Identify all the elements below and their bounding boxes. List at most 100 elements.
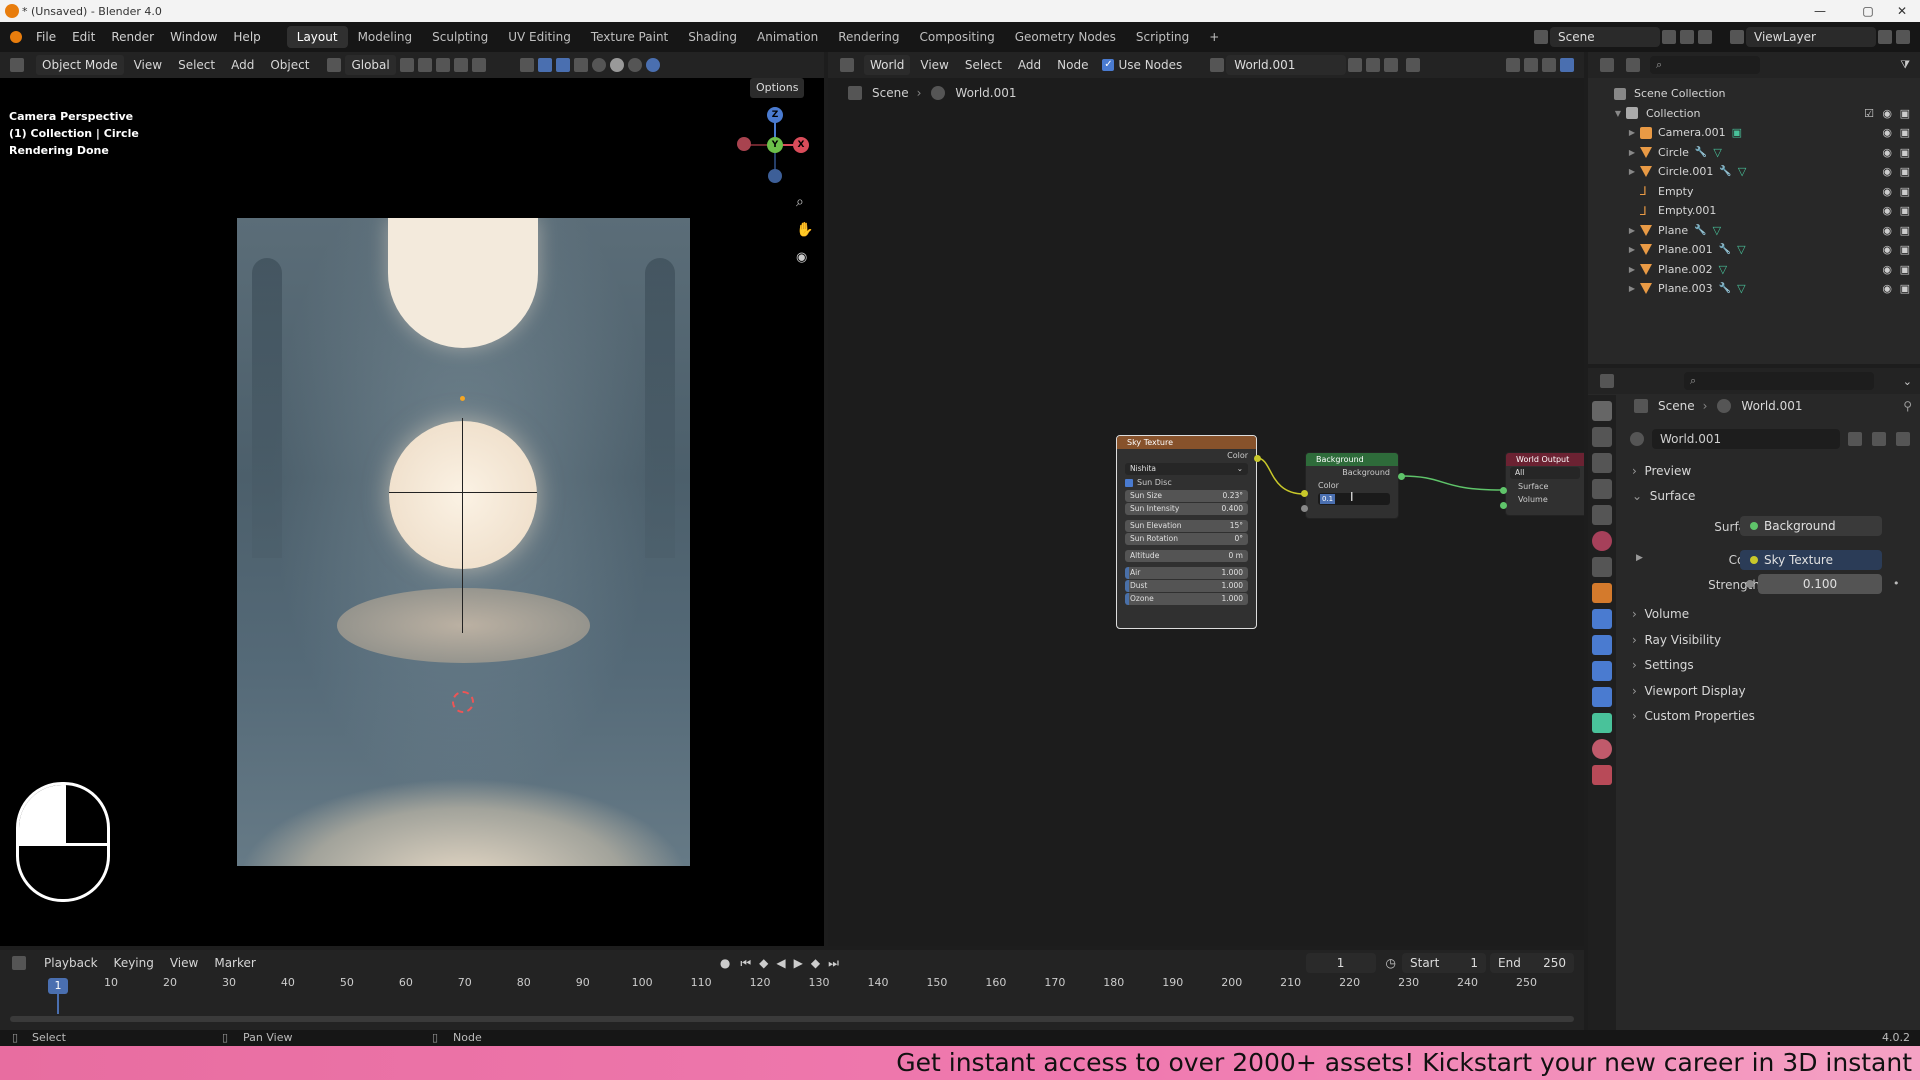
axis-y-icon[interactable]: Y [767, 137, 783, 153]
viewport-menu-object[interactable]: Object [262, 58, 317, 72]
viewport-menu-view[interactable]: View [126, 58, 170, 72]
keyframe-dot-icon[interactable]: • [1893, 577, 1900, 590]
rendered-shading-icon[interactable] [645, 58, 660, 72]
delete-scene-icon[interactable] [1698, 30, 1712, 44]
mesh-data-icon[interactable]: ▽ [1738, 162, 1746, 182]
panel-preview[interactable]: › Preview [1632, 459, 1912, 483]
eye-icon[interactable]: ◉ [1882, 201, 1892, 221]
constraints-tab-icon[interactable] [1592, 687, 1612, 707]
tab-scripting[interactable]: Scripting [1126, 26, 1199, 48]
surface-shader-field[interactable]: Background [1740, 516, 1882, 536]
outliner-item[interactable]: ▶ Plane 🔧 ▽ ◉ ▣ [1588, 221, 1920, 241]
menu-window[interactable]: Window [162, 22, 225, 52]
node-menu-add[interactable]: Add [1010, 58, 1049, 72]
collection-tab-icon[interactable] [1592, 557, 1612, 577]
modifier-icon[interactable]: 🔧 [1695, 143, 1707, 163]
sun-intensity-field[interactable]: Sun Intensity 0.400 [1125, 503, 1248, 515]
unlink-world-icon[interactable] [1896, 432, 1910, 446]
tab-sculpting[interactable]: Sculpting [422, 26, 498, 48]
material-tab-icon[interactable] [1592, 739, 1612, 759]
render-camera-icon[interactable]: ▣ [1900, 123, 1910, 143]
eye-icon[interactable]: ◉ [1882, 162, 1892, 182]
scene-field[interactable]: Scene [1550, 27, 1660, 47]
axis-neg-z-icon[interactable] [768, 169, 782, 183]
node-menu-node[interactable]: Node [1049, 58, 1096, 72]
node-editor-type-icon[interactable] [840, 58, 854, 72]
physics-tab-icon[interactable] [1592, 661, 1612, 681]
parent-node-icon[interactable] [1506, 58, 1520, 72]
mesh-data-icon[interactable]: ▽ [1737, 240, 1745, 260]
panel-settings[interactable]: › Settings [1632, 653, 1912, 677]
new-world-icon[interactable] [1872, 432, 1886, 446]
prev-keyframe-icon[interactable]: ◆ [759, 956, 768, 970]
modifier-icon[interactable]: 🔧 [1719, 279, 1731, 299]
camera-view-icon[interactable]: ◉ [796, 250, 807, 265]
sky-texture-header[interactable]: Sky Texture [1117, 436, 1256, 449]
background-color-input-socket[interactable] [1301, 490, 1308, 497]
snap-target-icon[interactable] [435, 58, 450, 72]
tool-tab-icon[interactable] [1592, 401, 1612, 421]
world-volume-socket[interactable] [1500, 502, 1507, 509]
node-menu-select[interactable]: Select [957, 58, 1010, 72]
outliner-type-icon[interactable] [1600, 58, 1614, 72]
outliner-item[interactable]: ▶ Circle 🔧 ▽ ◉ ▣ [1588, 143, 1920, 163]
render-camera-icon[interactable]: ▣ [1900, 221, 1910, 241]
axis-neg-x-icon[interactable] [737, 137, 751, 151]
timeline-menu-view[interactable]: View [162, 956, 206, 970]
panel-viewport-display[interactable]: › Viewport Display [1632, 679, 1912, 703]
next-keyframe-icon[interactable]: ◆ [811, 956, 820, 970]
sun-disc-checkbox[interactable] [1125, 478, 1133, 487]
new-scene-icon[interactable] [1680, 30, 1694, 44]
delete-viewlayer-icon[interactable] [1896, 30, 1910, 44]
world-browse-icon[interactable] [1630, 432, 1644, 446]
snap-mode-icon[interactable] [1542, 58, 1556, 72]
props-world-name-field[interactable]: World.001 [1652, 429, 1840, 449]
timeline-type-icon[interactable] [12, 956, 26, 970]
minimize-icon[interactable]: — [1800, 0, 1840, 22]
expand-item-icon[interactable]: ▶ [1626, 162, 1638, 182]
proportional-edit-icon[interactable] [453, 58, 468, 72]
pan-hand-icon[interactable]: ✋ [796, 222, 813, 238]
gizmo-toggle-icon[interactable] [537, 58, 552, 72]
mesh-data-icon[interactable]: ▽ [1737, 279, 1745, 299]
wireframe-shading-icon[interactable] [591, 58, 606, 72]
menu-help[interactable]: Help [225, 22, 268, 52]
ozone-field[interactable]: Ozone 1.000 [1125, 593, 1248, 605]
render-camera-icon[interactable]: ▣ [1900, 143, 1910, 163]
eye-icon[interactable]: ◉ [1882, 143, 1892, 163]
background-node-header[interactable]: Background [1306, 453, 1398, 466]
world-output-header[interactable]: World Output [1506, 453, 1584, 466]
axis-z-icon[interactable]: Z [767, 107, 783, 123]
node-overlay-icon[interactable] [1560, 58, 1574, 72]
pin-scene-icon[interactable] [1662, 30, 1676, 44]
pin-icon[interactable]: ⚲ [1903, 394, 1912, 418]
outliner-item[interactable]: ▶ Plane.002 ▽ ◉ ▣ [1588, 260, 1920, 280]
background-strength-input[interactable]: 0.1 I [1318, 490, 1390, 505]
outliner-item[interactable]: ⅃ Empty.001 ◉ ▣ [1588, 201, 1920, 221]
outliner-search-icon[interactable]: ⌕ [1650, 56, 1760, 74]
sun-elevation-field[interactable]: Sun Elevation 15° [1125, 520, 1248, 532]
visibility-icon[interactable] [519, 58, 534, 72]
render-camera-icon[interactable]: ▣ [1900, 162, 1910, 182]
panel-ray-visibility[interactable]: › Ray Visibility [1632, 628, 1912, 652]
tab-geometry-nodes[interactable]: Geometry Nodes [1005, 26, 1126, 48]
panel-custom-properties[interactable]: › Custom Properties [1632, 704, 1912, 728]
add-workspace-icon[interactable]: + [1199, 26, 1229, 48]
tab-texture-paint[interactable]: Texture Paint [581, 26, 678, 48]
jump-start-icon[interactable]: ⏮ [740, 956, 751, 971]
filter-icon[interactable]: ⧩ [1900, 58, 1910, 72]
close-icon[interactable]: ✕ [1882, 0, 1920, 22]
background-node[interactable]: Background Background Color 0.1 I [1305, 452, 1399, 519]
outliner-item[interactable]: ▶ Camera.001 ▣ ◉ ▣ [1588, 123, 1920, 143]
sky-color-output-socket[interactable] [1254, 455, 1261, 462]
sun-size-field[interactable]: Sun Size 0.23° [1125, 490, 1248, 502]
viewport-options-button[interactable]: Options [750, 78, 805, 98]
world-output-target[interactable]: All [1510, 467, 1580, 479]
viewport-menu-select[interactable]: Select [170, 58, 223, 72]
background-strength-input-socket[interactable] [1301, 505, 1308, 512]
render-camera-icon[interactable]: ▣ [1900, 260, 1910, 280]
pivot-icon[interactable] [399, 58, 414, 72]
tab-shading[interactable]: Shading [678, 26, 747, 48]
render-camera-icon[interactable]: ▣ [1900, 201, 1910, 221]
snap-node-icon[interactable] [1524, 58, 1538, 72]
